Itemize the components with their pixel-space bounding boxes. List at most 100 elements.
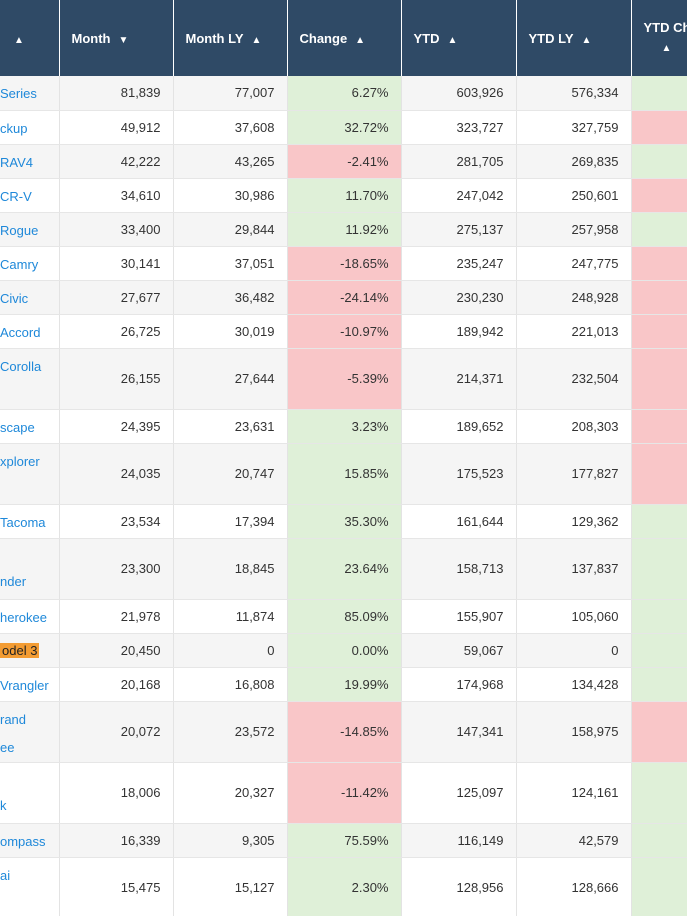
model-link-cell[interactable]: RAV4	[0, 144, 60, 179]
cell-change: 32.72%	[287, 110, 402, 145]
sort-desc-icon[interactable]: ▼	[118, 35, 128, 46]
column-header-month[interactable]: Month ▼	[59, 0, 174, 76]
model-link-cell[interactable]: ai	[0, 857, 60, 916]
model-link-cell[interactable]: ckup	[0, 110, 60, 145]
table-row: scape 24,395 23,631 3.23% 189,652 208,303	[0, 409, 687, 444]
table-row: Camry 30,141 37,051 -18.65% 235,247 247,775	[0, 246, 687, 281]
cell-month-ly: 30,019	[173, 314, 288, 349]
sort-asc-icon[interactable]: ▲	[355, 35, 365, 46]
model-name[interactable]: RAV4	[0, 145, 58, 171]
model-name[interactable]: Civic	[0, 281, 58, 307]
column-header-ytd[interactable]: YTD ▲	[401, 0, 517, 76]
cell-ytd-ly: 158,975	[516, 701, 632, 763]
sort-asc-icon[interactable]: ▲	[252, 35, 262, 46]
cell-ytd-change	[631, 443, 687, 505]
cell-ytd-ly: 177,827	[516, 443, 632, 505]
table-row: ckup 49,912 37,608 32.72% 323,727 327,759	[0, 110, 687, 145]
model-name[interactable]: Accord	[0, 315, 58, 341]
cell-change: -5.39%	[287, 348, 402, 410]
sort-asc-icon[interactable]: ▲	[582, 35, 592, 46]
model-name[interactable]: ckup	[0, 111, 58, 137]
cell-ytd-ly: 327,759	[516, 110, 632, 145]
model-link-cell[interactable]: k	[0, 762, 60, 824]
model-link-cell[interactable]: odel 3	[0, 633, 60, 668]
model-name[interactable]: herokee	[0, 600, 58, 626]
cell-ytd-change	[631, 857, 687, 916]
model-name[interactable]: Camry	[0, 247, 58, 273]
model-name[interactable]: nder	[0, 573, 58, 590]
cell-change: 85.09%	[287, 599, 402, 634]
cell-ytd-ly: 137,837	[516, 538, 632, 600]
model-name[interactable]: xplorer	[0, 444, 58, 470]
cell-ytd-change	[631, 599, 687, 634]
cell-change: 23.64%	[287, 538, 402, 600]
model-name[interactable]: ee	[0, 728, 58, 756]
model-link-cell[interactable]: CR-V	[0, 178, 60, 213]
sort-asc-icon[interactable]: ▲	[662, 43, 687, 54]
model-name[interactable]: CR-V	[0, 179, 58, 205]
table-row: ompass16,3399,30575.59%116,14942,5791	[0, 823, 687, 858]
model-name[interactable]: scape	[0, 410, 58, 436]
cell-month-ly: 77,007	[173, 76, 288, 111]
model-name[interactable]: Tacoma	[0, 505, 58, 531]
model-name[interactable]: Rogue	[0, 213, 58, 239]
cell-month-ly: 18,845	[173, 538, 288, 600]
cell-month-ly: 36,482	[173, 280, 288, 315]
cell-change: 6.27%	[287, 76, 402, 111]
cell-ytd-change	[631, 178, 687, 213]
highlighted-model-name[interactable]: odel 3	[0, 642, 40, 658]
model-link-cell[interactable]: Accord	[0, 314, 60, 349]
cell-month: 26,155	[59, 348, 174, 410]
model-link-cell[interactable]: nder	[0, 538, 60, 600]
cell-ytd: 174,968	[401, 667, 517, 702]
sort-asc-icon[interactable]: ▲	[14, 35, 24, 46]
model-name[interactable]: Series	[0, 76, 58, 102]
cell-change: -10.97%	[287, 314, 402, 349]
cell-ytd: 59,067	[401, 633, 517, 668]
table-row: herokee 21,978 11,874 85.09% 155,907 105,060	[0, 599, 687, 634]
cell-ytd-change	[631, 504, 687, 539]
cell-month: 30,141	[59, 246, 174, 281]
model-link-cell[interactable]: ompass	[0, 823, 60, 858]
model-link-cell[interactable]: Series	[0, 76, 60, 111]
cell-ytd: 161,644	[401, 504, 517, 539]
column-header-ytd-ly[interactable]: YTD LY ▲	[516, 0, 632, 76]
sort-asc-icon[interactable]: ▲	[448, 35, 458, 46]
model-link-cell[interactable]: xplorer	[0, 443, 60, 505]
column-header-change[interactable]: Change ▲	[287, 0, 402, 76]
model-name[interactable]: rand	[0, 702, 58, 728]
cell-ytd-change	[631, 538, 687, 600]
cell-change: 19.99%	[287, 667, 402, 702]
model-name[interactable]: ai	[0, 858, 58, 884]
cell-ytd: 155,907	[401, 599, 517, 634]
cell-ytd: 125,097	[401, 762, 517, 824]
model-name[interactable]: Vrangler	[0, 668, 58, 694]
cell-month-ly: 23,572	[173, 701, 288, 763]
model-name[interactable]: k	[0, 797, 58, 814]
table-row: Vrangler 20,168 16,808 19.99% 174,968 134,428	[0, 667, 687, 702]
column-header-month-ly[interactable]: Month LY ▲	[173, 0, 288, 76]
model-name[interactable]: ompass	[0, 824, 58, 850]
model-link-cell[interactable]: herokee	[0, 599, 60, 634]
model-link-cell[interactable]: Tacoma	[0, 504, 60, 539]
cell-ytd-change	[631, 348, 687, 410]
cell-month-ly: 37,051	[173, 246, 288, 281]
column-header-model[interactable]: ▲	[0, 0, 60, 76]
model-link-cell[interactable]: Civic	[0, 280, 60, 315]
model-link-cell[interactable]: scape	[0, 409, 60, 444]
column-header-label: Change	[299, 30, 348, 46]
model-name[interactable]: odel 3	[0, 642, 58, 659]
cell-ytd-change	[631, 701, 687, 763]
cell-month-ly: 15,127	[173, 857, 288, 916]
table-row: Corolla 26,155 27,644 -5.39% 214,371 232,504	[0, 348, 687, 410]
model-name[interactable]: Corolla	[0, 349, 58, 375]
model-link-cell[interactable]: rand ee	[0, 701, 60, 763]
model-link-cell[interactable]: Camry	[0, 246, 60, 281]
model-link-cell[interactable]: Vrangler	[0, 667, 60, 702]
model-link-cell[interactable]: Corolla	[0, 348, 60, 410]
column-header-ytd-change[interactable]: YTD Ch ▲	[631, 0, 687, 76]
cell-ytd: 247,042	[401, 178, 517, 213]
model-link-cell[interactable]: Rogue	[0, 212, 60, 247]
sales-table: ▲ Month ▼ Month LY ▲ Change ▲ YTD ▲ YTD LY ▲ YTD Ch…	[0, 0, 687, 916]
cell-change: -18.65%	[287, 246, 402, 281]
